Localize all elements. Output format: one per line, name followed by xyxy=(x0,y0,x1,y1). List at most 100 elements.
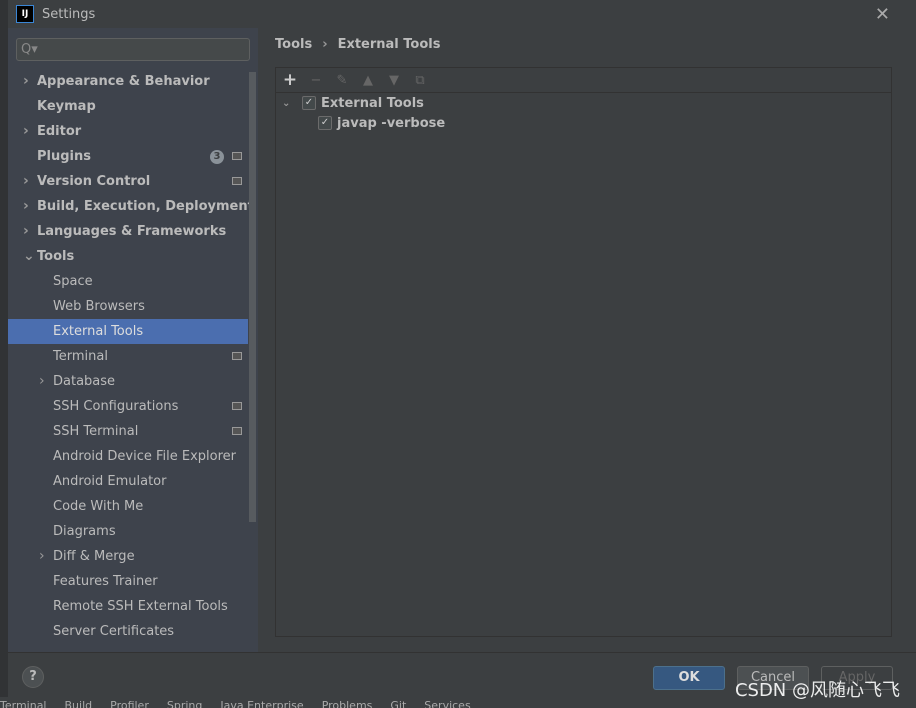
settings-dialog: IJ Settings ✕ Q▾ › Appearance & Behavior K… xyxy=(8,0,916,697)
sidebar-scrollbar[interactable] xyxy=(249,72,256,522)
sidebar-item[interactable]: ⌄ Tools xyxy=(8,244,248,269)
tool-row[interactable]: ✓ javap -verbose xyxy=(318,113,445,133)
chevron-down-icon[interactable]: ⌄ xyxy=(282,98,302,109)
tool-window-tab[interactable]: Problems xyxy=(322,699,373,708)
tool-window-tab[interactable]: Build xyxy=(65,699,93,708)
ok-button[interactable]: OK xyxy=(653,666,725,690)
sidebar-item-label: SSH Configurations xyxy=(53,399,179,414)
sidebar-item[interactable]: Android Device File Explorer xyxy=(8,444,248,469)
ide-background xyxy=(0,0,8,697)
sidebar-item[interactable]: External Tools xyxy=(8,319,248,344)
sidebar-item-label: Code With Me xyxy=(53,499,144,514)
sidebar-item-label: Database xyxy=(53,374,116,389)
sidebar-item-label: Diagrams xyxy=(53,524,116,539)
sidebar-item-label: Plugins xyxy=(37,149,91,164)
sidebar-item-label: Web Browsers xyxy=(53,299,145,314)
chevron-down-icon[interactable]: ⌄ xyxy=(23,244,35,269)
external-tools-panel: + − ✎ ▲ ▼ ⧉ ⌄ ✓ External Tools ✓ javap -… xyxy=(275,67,892,637)
breadcrumb-parent[interactable]: Tools xyxy=(275,37,312,52)
sidebar-item[interactable]: › Diff & Merge xyxy=(8,544,248,569)
sidebar-item-label: Server Certificates xyxy=(53,624,175,639)
close-icon[interactable]: ✕ xyxy=(875,4,890,25)
help-button[interactable]: ? xyxy=(22,666,44,688)
project-level-icon xyxy=(232,402,242,410)
settings-content: Tools › External Tools + − ✎ ▲ ▼ ⧉ ⌄ ✓ Ext… xyxy=(258,28,916,652)
sidebar-item[interactable]: Plugins 3 xyxy=(8,144,248,169)
group-checkbox[interactable]: ✓ xyxy=(302,96,316,110)
remove-icon[interactable]: − xyxy=(308,73,324,88)
sidebar-item-label: Diff & Merge xyxy=(53,549,135,564)
add-icon[interactable]: + xyxy=(282,70,298,90)
sidebar-item[interactable]: › Database xyxy=(8,369,248,394)
tool-group-row[interactable]: ⌄ ✓ External Tools xyxy=(282,93,424,113)
update-count-badge: 3 xyxy=(210,150,224,164)
sidebar-item-label: Remote SSH External Tools xyxy=(53,599,228,614)
sidebar-item-label: Tools xyxy=(37,249,75,264)
breadcrumb: Tools › External Tools xyxy=(275,37,440,52)
move-down-icon[interactable]: ▼ xyxy=(386,73,402,88)
sidebar-item[interactable]: Keymap xyxy=(8,94,248,119)
tools-toolbar: + − ✎ ▲ ▼ ⧉ xyxy=(276,68,891,93)
tool-window-tab[interactable]: Spring xyxy=(167,699,203,708)
dialog-title: Settings xyxy=(42,6,96,22)
sidebar-item-label: SSH Terminal xyxy=(53,424,139,439)
move-up-icon[interactable]: ▲ xyxy=(360,73,376,88)
sidebar-item[interactable]: Features Trainer xyxy=(8,569,248,594)
sidebar-item-label: Android Emulator xyxy=(53,474,167,489)
tool-checkbox[interactable]: ✓ xyxy=(318,116,332,130)
sidebar-item-label: Build, Execution, Deployment xyxy=(37,199,254,214)
sidebar-item[interactable]: Web Browsers xyxy=(8,294,248,319)
sidebar-item[interactable]: Space xyxy=(8,269,248,294)
sidebar-item[interactable]: Server Certificates xyxy=(8,619,248,644)
chevron-right-icon[interactable]: › xyxy=(23,169,29,194)
watermark: CSDN @风随心飞飞 xyxy=(734,680,900,701)
sidebar-item[interactable]: › Languages & Frameworks xyxy=(8,219,248,244)
sidebar-item-label: External Tools xyxy=(53,324,144,339)
sidebar-item[interactable]: Diagrams xyxy=(8,519,248,544)
project-level-icon xyxy=(232,177,242,185)
title-bar: IJ Settings xyxy=(8,0,916,28)
settings-tree: › Appearance & Behavior Keymap › Editor Plugi… xyxy=(8,69,254,644)
sidebar-item-label: Appearance & Behavior xyxy=(37,74,210,89)
sidebar-item[interactable]: SSH Terminal xyxy=(8,419,248,444)
sidebar-item[interactable]: Terminal xyxy=(8,344,248,369)
sidebar-item[interactable]: › Build, Execution, Deployment xyxy=(8,194,254,219)
breadcrumb-current: External Tools xyxy=(337,37,441,52)
search-input[interactable]: Q▾ xyxy=(16,38,250,61)
sidebar-item-label: Android Device File Explorer xyxy=(53,449,236,464)
sidebar-item-label: Editor xyxy=(37,124,82,139)
copy-icon[interactable]: ⧉ xyxy=(412,73,428,88)
sidebar-item[interactable]: › Version Control xyxy=(8,169,248,194)
intellij-logo-icon: IJ xyxy=(16,5,34,23)
tool-label: javap -verbose xyxy=(337,115,446,131)
sidebar-item-label: Version Control xyxy=(37,174,151,189)
settings-sidebar: Q▾ › Appearance & Behavior Keymap › Editor Pl… xyxy=(8,28,258,652)
sidebar-item[interactable]: Android Emulator xyxy=(8,469,248,494)
chevron-right-icon[interactable]: › xyxy=(39,544,45,569)
edit-icon[interactable]: ✎ xyxy=(334,73,350,88)
tool-window-tab[interactable]: Terminal xyxy=(0,699,47,708)
chevron-right-icon[interactable]: › xyxy=(23,194,29,219)
project-level-icon xyxy=(232,427,242,435)
sidebar-item-label: Terminal xyxy=(53,349,108,364)
sidebar-item[interactable]: SSH Configurations xyxy=(8,394,248,419)
chevron-right-icon[interactable]: › xyxy=(23,219,29,244)
sidebar-item[interactable]: Code With Me xyxy=(8,494,248,519)
sidebar-item[interactable]: › Editor xyxy=(8,119,248,144)
tool-window-tab[interactable]: Profiler xyxy=(110,699,149,708)
sidebar-item-label: Space xyxy=(53,274,93,289)
tool-window-tab[interactable]: Java Enterprise xyxy=(220,699,303,708)
sidebar-item-label: Features Trainer xyxy=(53,574,158,589)
tool-window-tab[interactable]: Services xyxy=(424,699,470,708)
chevron-right-icon[interactable]: › xyxy=(23,69,29,94)
sidebar-item-label: Languages & Frameworks xyxy=(37,224,227,239)
chevron-right-icon[interactable]: › xyxy=(39,369,45,394)
chevron-right-icon[interactable]: › xyxy=(23,119,29,144)
group-label: External Tools xyxy=(321,95,424,111)
sidebar-item[interactable]: › Appearance & Behavior xyxy=(8,69,248,94)
project-level-icon xyxy=(232,152,242,160)
project-level-icon xyxy=(232,352,242,360)
sidebar-item[interactable]: Remote SSH External Tools xyxy=(8,594,248,619)
breadcrumb-separator-icon: › xyxy=(322,37,328,52)
tool-window-tab[interactable]: Git xyxy=(390,699,406,708)
